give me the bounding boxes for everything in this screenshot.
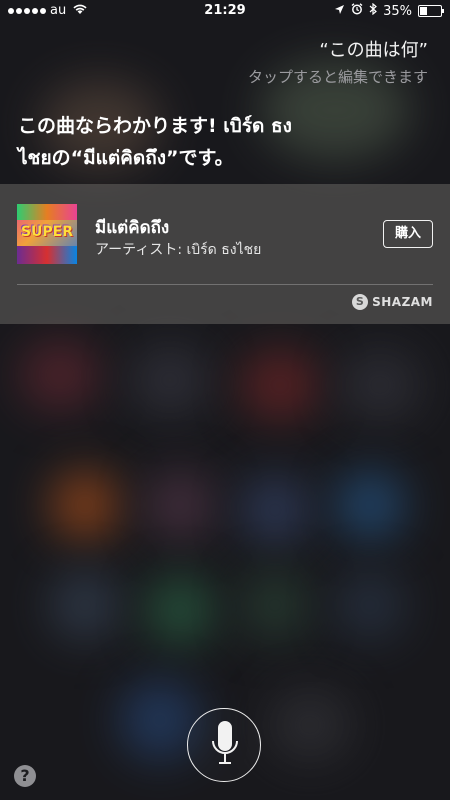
album-art: SUPER [17, 204, 77, 264]
edit-hint: タップすると編集できます [247, 68, 428, 86]
status-right-group: 35% [334, 2, 444, 19]
microphone-icon [212, 721, 238, 764]
song-artist: アーティスト: เบิร์ด ธงไชย [95, 242, 262, 258]
song-title: มีแต่คิดถึง [95, 218, 170, 238]
status-bar: au 21:29 35% [0, 0, 450, 24]
battery-level [420, 7, 427, 15]
siri-response: この曲ならわかります! เบิร์ด ธงไชยの“มีแต่คิดถึง”です… [18, 115, 292, 169]
shazam-logo-icon: S [352, 294, 369, 310]
album-art-text: SUPER [20, 224, 74, 240]
siri-screen: au 21:29 35% “この曲は何” タップすると編集できます この曲ならわ… [0, 0, 450, 800]
spoken-query[interactable]: “この曲は何” [319, 36, 428, 62]
battery-percent: 35% [383, 3, 412, 19]
shazam-attribution[interactable]: S SHAZAM [352, 294, 433, 310]
bluetooth-icon [369, 2, 378, 19]
alarm-icon [351, 3, 363, 19]
battery-icon [418, 5, 444, 17]
card-divider [17, 284, 433, 285]
buy-button[interactable]: 購入 [383, 220, 433, 248]
shazam-label: SHAZAM [372, 295, 433, 309]
microphone-button[interactable] [187, 708, 261, 782]
location-arrow-icon [334, 4, 345, 19]
help-button[interactable]: ? [14, 765, 36, 787]
